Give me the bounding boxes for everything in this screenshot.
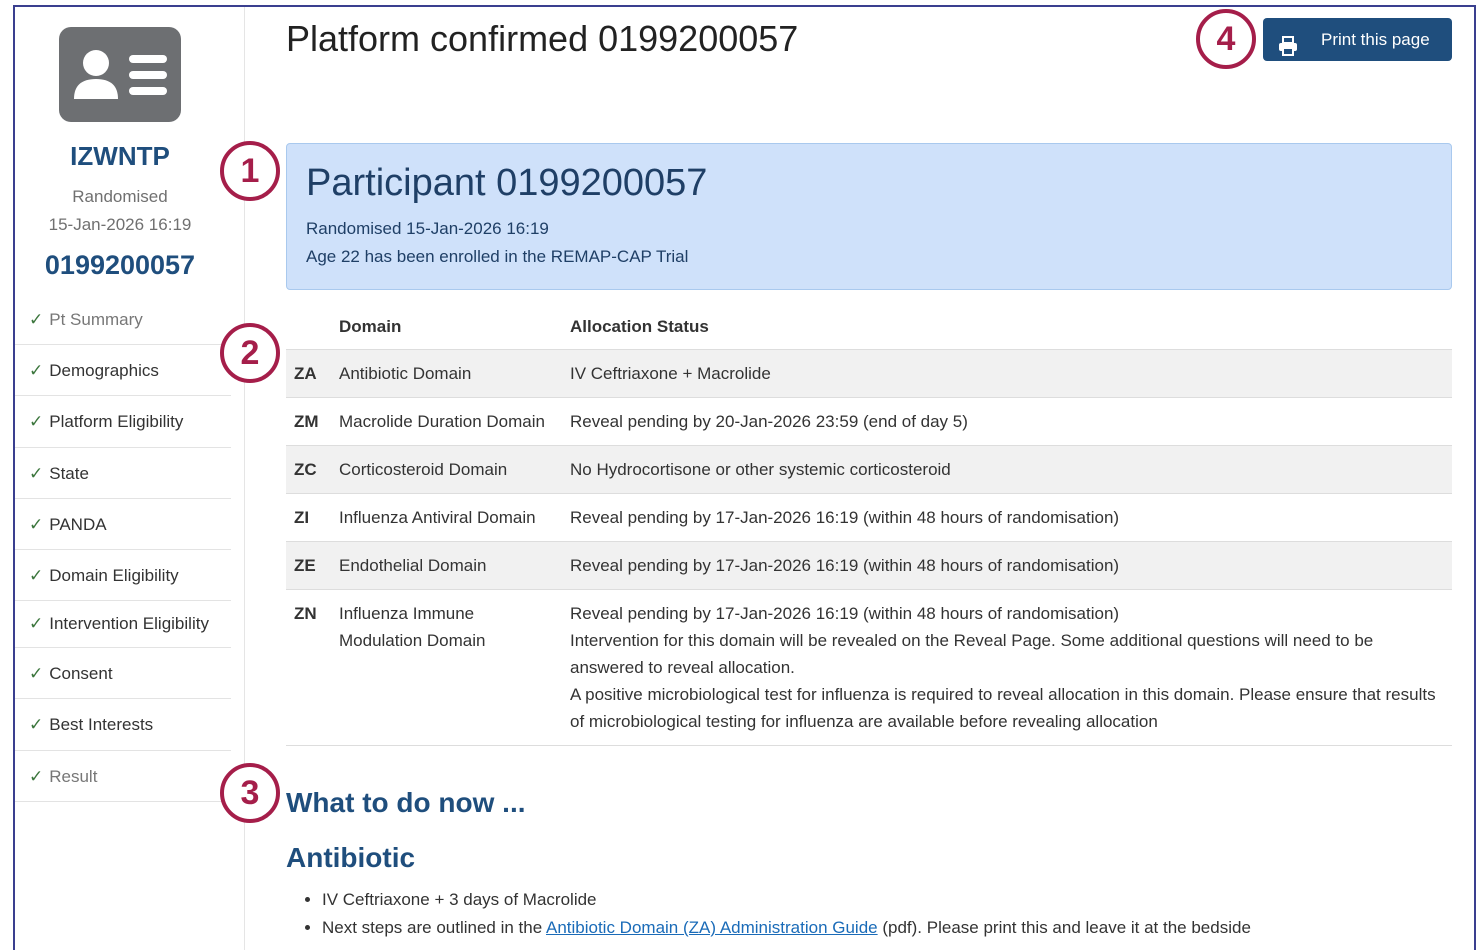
print-button-label: Print this page bbox=[1321, 30, 1430, 49]
check-icon: ✓ bbox=[29, 514, 44, 534]
domain-code: ZI bbox=[286, 493, 331, 542]
check-icon: ✓ bbox=[29, 361, 44, 381]
check-icon: ✓ bbox=[29, 310, 44, 329]
list-item: IV Ceftriaxone + 3 days of Macrolide bbox=[322, 886, 1251, 914]
step-text: Next steps are outlined in the bbox=[322, 918, 546, 937]
check-icon: ✓ bbox=[29, 565, 44, 585]
domain-name: Influenza Immune Modulation Domain bbox=[331, 589, 562, 746]
domain-name: Endothelial Domain bbox=[331, 541, 562, 590]
sidebar-item-panda[interactable]: ✓ PANDA bbox=[15, 499, 231, 550]
print-button[interactable]: Print this page bbox=[1263, 18, 1452, 61]
contact-card-icon bbox=[59, 27, 181, 122]
sidebar: IZWNTP Randomised 15-Jan-2026 16:19 0199… bbox=[15, 7, 245, 950]
sidebar-item-platform-eligibility[interactable]: ✓ Platform Eligibility bbox=[15, 396, 231, 448]
sidebar-item-domain-eligibility[interactable]: ✓ Domain Eligibility bbox=[15, 550, 231, 602]
domain-code: ZM bbox=[286, 397, 331, 446]
what-to-do-heading: What to do now ... bbox=[286, 787, 526, 818]
allocation-status: Reveal pending by 17-Jan-2026 16:19 (wit… bbox=[562, 541, 1452, 590]
status-line: Reveal pending by 17-Jan-2026 16:19 (wit… bbox=[570, 508, 1120, 527]
allocation-table: Domain Allocation Status ZA Antibiotic D… bbox=[286, 306, 1452, 746]
domain-name: Corticosteroid Domain bbox=[331, 445, 562, 494]
callout-title: Participant 0199200057 bbox=[306, 162, 708, 204]
antibiotic-heading: Antibiotic bbox=[286, 842, 416, 873]
sidebar-item-pt-summary[interactable]: ✓ Pt Summary bbox=[15, 294, 231, 346]
status-note: Intervention for this domain will be rev… bbox=[570, 631, 1374, 677]
column-header-code bbox=[286, 306, 331, 350]
sidebar-item-label: State bbox=[49, 463, 89, 483]
participant-datetime: 15-Jan-2026 16:19 bbox=[48, 215, 192, 234]
sidebar-item-label: Result bbox=[49, 766, 98, 786]
check-icon: ✓ bbox=[29, 412, 44, 432]
step-text: IV Ceftriaxone + 3 days of Macrolide bbox=[322, 890, 597, 909]
callout-randomised: Randomised 15-Jan-2026 16:19 bbox=[306, 219, 549, 238]
annotation-badge-3: 3 bbox=[220, 763, 280, 823]
sidebar-item-demographics[interactable]: ✓ Demographics bbox=[15, 345, 231, 397]
annotation-badge-1: 1 bbox=[220, 141, 280, 201]
sidebar-item-label: Demographics bbox=[49, 361, 159, 381]
status-line: Reveal pending by 20-Jan-2026 23:59 (end… bbox=[570, 412, 968, 431]
check-icon: ✓ bbox=[29, 715, 44, 735]
sidebar-item-label: Intervention Eligibility bbox=[49, 614, 209, 634]
domain-code: ZE bbox=[286, 541, 331, 590]
admin-guide-link[interactable]: Antibiotic Domain (ZA) Administration Gu… bbox=[546, 918, 878, 937]
domain-name: Antibiotic Domain bbox=[331, 349, 562, 398]
check-icon: ✓ bbox=[29, 463, 44, 483]
antibiotic-steps-list: IV Ceftriaxone + 3 days of Macrolide Nex… bbox=[322, 886, 1251, 942]
domain-code: ZC bbox=[286, 445, 331, 494]
step-text: (pdf). Please print this and leave it at… bbox=[877, 918, 1251, 937]
sidebar-item-label: Pt Summary bbox=[49, 310, 143, 329]
status-line: IV Ceftriaxone + Macrolide bbox=[570, 364, 771, 383]
sidebar-item-label: PANDA bbox=[49, 514, 107, 534]
printer-icon bbox=[1278, 29, 1298, 56]
allocation-status: Reveal pending by 17-Jan-2026 16:19 (wit… bbox=[562, 493, 1452, 542]
column-header-allocation-status: Allocation Status bbox=[562, 306, 1452, 350]
allocation-status: Reveal pending by 20-Jan-2026 23:59 (end… bbox=[562, 397, 1452, 446]
domain-code: ZA bbox=[286, 349, 331, 398]
sidebar-item-result[interactable]: ✓ Result bbox=[15, 751, 231, 802]
sidebar-item-intervention-eligibility[interactable]: ✓ Intervention Eligibility bbox=[15, 601, 231, 649]
callout-enrolment: Age 22 has been enrolled in the REMAP-CA… bbox=[306, 247, 689, 266]
table-header-row: Domain Allocation Status bbox=[286, 306, 1452, 350]
page-title: Platform confirmed 0199200057 bbox=[286, 18, 799, 59]
table-row: ZE Endothelial Domain Reveal pending by … bbox=[286, 541, 1452, 590]
annotation-badge-4: 4 bbox=[1196, 9, 1256, 69]
table-row: ZN Influenza Immune Modulation Domain Re… bbox=[286, 589, 1452, 746]
table-row: ZI Influenza Antiviral Domain Reveal pen… bbox=[286, 493, 1452, 542]
domain-name: Influenza Antiviral Domain bbox=[331, 493, 562, 542]
sidebar-item-state[interactable]: ✓ State bbox=[15, 448, 231, 499]
participant-code: IZWNTP bbox=[70, 141, 170, 171]
domain-code: ZN bbox=[286, 589, 331, 746]
table-row: ZC Corticosteroid Domain No Hydrocortiso… bbox=[286, 445, 1452, 494]
check-icon: ✓ bbox=[29, 614, 44, 634]
status-line: No Hydrocortisone or other systemic cort… bbox=[570, 460, 951, 479]
sidebar-item-best-interests[interactable]: ✓ Best Interests bbox=[15, 699, 231, 751]
check-icon: ✓ bbox=[29, 664, 44, 684]
participant-number: 0199200057 bbox=[44, 250, 196, 280]
table-row: ZA Antibiotic Domain IV Ceftriaxone + Ma… bbox=[286, 349, 1452, 398]
domain-name: Macrolide Duration Domain bbox=[331, 397, 562, 446]
sidebar-item-label: Best Interests bbox=[49, 715, 154, 735]
sidebar-item-label: Consent bbox=[49, 664, 113, 684]
column-header-domain: Domain bbox=[331, 306, 562, 350]
table-row: ZM Macrolide Duration Domain Reveal pend… bbox=[286, 397, 1452, 446]
sidebar-nav: ✓ Pt Summary ✓ Demographics ✓ Platform Elig… bbox=[15, 294, 231, 802]
sidebar-item-consent[interactable]: ✓ Consent bbox=[15, 648, 231, 700]
list-item: Next steps are outlined in the Antibioti… bbox=[322, 914, 1251, 942]
allocation-status: IV Ceftriaxone + Macrolide bbox=[562, 349, 1452, 398]
sidebar-item-label: Platform Eligibility bbox=[49, 412, 184, 432]
allocation-status: No Hydrocortisone or other systemic cort… bbox=[562, 445, 1452, 494]
participant-callout: Participant 0199200057 Randomised 15-Jan… bbox=[286, 143, 1452, 290]
check-icon: ✓ bbox=[29, 766, 44, 786]
status-note: A positive microbiological test for infl… bbox=[570, 685, 1436, 731]
status-line: Reveal pending by 17-Jan-2026 16:19 (wit… bbox=[570, 604, 1120, 623]
annotation-badge-2: 2 bbox=[220, 323, 280, 383]
participant-status: Randomised bbox=[72, 187, 168, 206]
status-line: Reveal pending by 17-Jan-2026 16:19 (wit… bbox=[570, 556, 1120, 575]
allocation-status: Reveal pending by 17-Jan-2026 16:19 (wit… bbox=[562, 589, 1452, 746]
sidebar-item-label: Domain Eligibility bbox=[49, 565, 179, 585]
